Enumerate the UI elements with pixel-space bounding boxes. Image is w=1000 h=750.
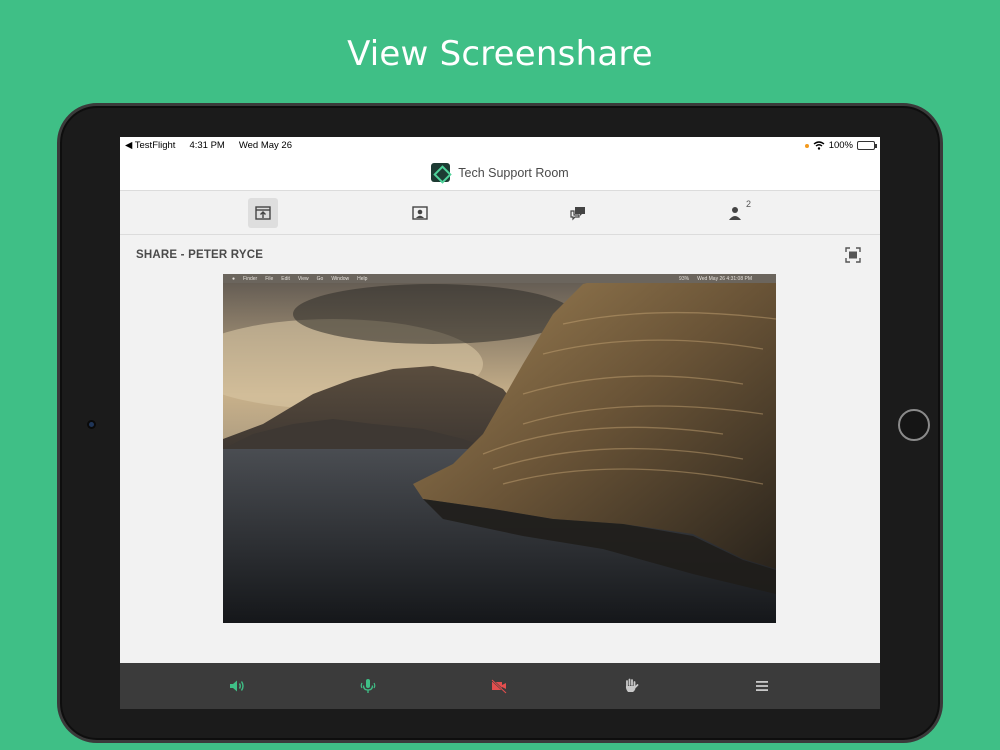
share-pod-title: SHARE - PETER RYCE [136, 249, 264, 261]
room-header: Tech Support Room [120, 155, 880, 191]
wifi-icon [813, 141, 825, 150]
camera-pod-icon [412, 206, 428, 220]
tab-attendees[interactable]: 2 [721, 198, 751, 228]
menubar-item: File [265, 275, 274, 282]
speaker-icon [230, 680, 244, 692]
app-logo-icon [431, 163, 451, 182]
tab-chat[interactable] [563, 198, 593, 228]
desktop-wallpaper-image [223, 274, 776, 623]
room-title: Tech Support Room [458, 165, 569, 180]
raise-hand-icon [625, 678, 639, 692]
menubar-battery: 93% [679, 275, 690, 282]
microphone-button[interactable] [357, 675, 379, 697]
chat-pod-icon [570, 207, 585, 221]
status-date: Wed May 26 [238, 140, 292, 151]
hamburger-menu-icon [756, 681, 768, 691]
privacy-indicator-dot [804, 143, 809, 148]
fullscreen-icon [845, 247, 861, 263]
battery-icon [857, 141, 877, 150]
tab-camera[interactable] [405, 198, 435, 228]
menubar-item: Edit [281, 275, 290, 282]
front-camera [87, 420, 96, 429]
fullscreen-button[interactable] [845, 247, 861, 263]
camera-off-icon [491, 679, 507, 694]
menubar-item: Window [331, 275, 350, 282]
camera-toggle-button[interactable] [488, 675, 510, 697]
raise-hand-button[interactable] [620, 675, 642, 697]
promo-title: View Screenshare [347, 34, 653, 74]
apple-icon: ● [232, 275, 236, 282]
speaker-button[interactable] [226, 675, 248, 697]
pod-tab-bar: 2 [120, 192, 880, 235]
share-pod-icon [255, 206, 271, 220]
attendee-count-badge: 2 [745, 199, 751, 209]
menubar-clock: Wed May 26 4:31:08 PM [697, 275, 752, 282]
status-time: 4:31 PM [189, 140, 225, 151]
status-bar: ◀ TestFlight 4:31 PM Wed May 26 100% [120, 137, 880, 155]
meeting-controls-toolbar [120, 663, 880, 709]
menubar-item: View [297, 275, 309, 282]
tab-share[interactable] [248, 198, 278, 228]
mac-menu-bar: ● Finder File Edit View Go Window Help 9… [223, 274, 776, 283]
battery-percent: 100% [828, 140, 853, 151]
home-button[interactable] [898, 409, 930, 441]
ipad-screen: ◀ TestFlight 4:31 PM Wed May 26 100% Tec… [120, 137, 880, 709]
attendees-pod-icon [729, 207, 741, 220]
back-to-app-link[interactable]: ◀ TestFlight [125, 140, 175, 151]
menubar-item: Go [316, 275, 324, 282]
microphone-icon [360, 679, 376, 693]
more-menu-button[interactable] [751, 675, 773, 697]
menubar-app-name: Finder [243, 275, 258, 282]
shared-screen-view[interactable]: ● Finder File Edit View Go Window Help 9… [223, 274, 776, 623]
menubar-item: Help [357, 275, 368, 282]
